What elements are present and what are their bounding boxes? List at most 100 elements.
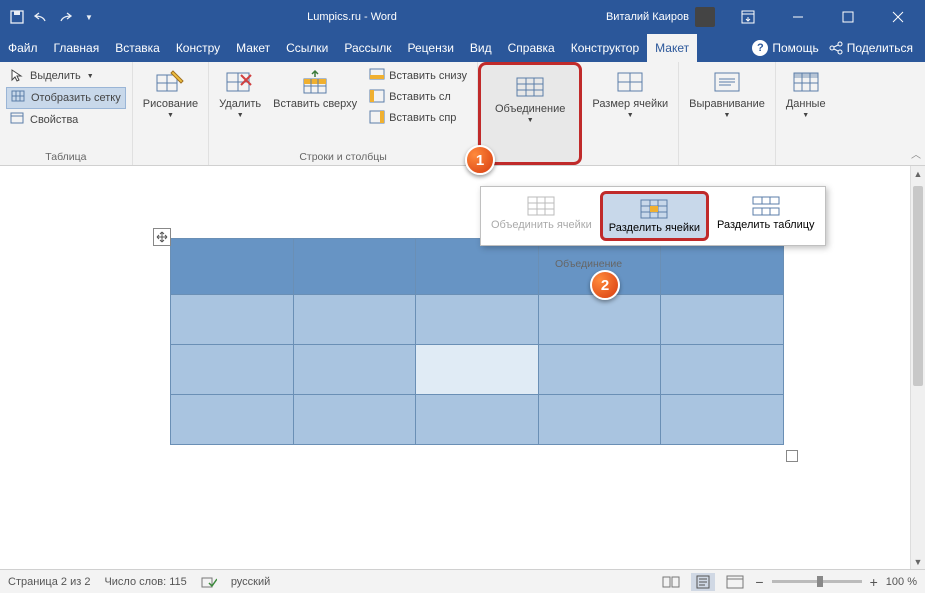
scroll-up-icon[interactable]: ▲ [911, 166, 925, 181]
insert-above-button[interactable]: Вставить сверху [269, 66, 361, 112]
chevron-down-icon: ▼ [724, 112, 731, 119]
tab-help[interactable]: Справка [500, 34, 563, 62]
cursor-icon [10, 68, 26, 84]
alignment-icon [711, 68, 743, 96]
ribbon-options-icon[interactable] [725, 0, 771, 34]
window-title: Lumpics.ru - Word [98, 11, 606, 23]
quick-access-toolbar: ▼ [0, 8, 98, 26]
zoom-level[interactable]: 100 % [886, 576, 917, 588]
chevron-down-icon: ▼ [627, 112, 634, 119]
undo-icon[interactable] [32, 8, 50, 26]
table-row [171, 345, 784, 395]
redo-icon[interactable] [56, 8, 74, 26]
share-button[interactable]: Поделиться [829, 41, 913, 55]
tab-view[interactable]: Вид [462, 34, 500, 62]
data-icon [790, 68, 822, 96]
dropdown-group-label: Объединение [555, 258, 622, 270]
zoom-out-button[interactable]: − [755, 574, 763, 590]
tab-home[interactable]: Главная [46, 34, 108, 62]
tab-layout[interactable]: Макет [228, 34, 278, 62]
properties-icon [10, 112, 26, 128]
grid-icon [11, 90, 27, 106]
group-merge[interactable]: Объединение ▼ [478, 62, 582, 165]
group-draw: Рисование ▼ [133, 62, 209, 165]
qat-dropdown-icon[interactable]: ▼ [80, 8, 98, 26]
autosave-icon[interactable] [8, 8, 26, 26]
show-gridlines-button[interactable]: Отобразить сетку [6, 87, 126, 109]
properties-button[interactable]: Свойства [6, 110, 126, 130]
chevron-down-icon: ▼ [167, 112, 174, 119]
vertical-scrollbar[interactable]: ▲ ▼ [910, 166, 925, 569]
annotation-badge-2: 2 [590, 270, 620, 300]
tell-me[interactable]: ? Помощь [752, 40, 818, 56]
table-row [171, 395, 784, 445]
zoom-in-button[interactable]: + [870, 574, 878, 590]
chevron-down-icon: ▼ [237, 112, 244, 119]
chevron-down-icon: ▼ [802, 112, 809, 119]
status-page[interactable]: Страница 2 из 2 [8, 576, 90, 588]
close-button[interactable] [875, 0, 921, 34]
spellcheck-icon[interactable] [201, 575, 217, 589]
group-rows-cols: Удалить ▼ Вставить сверху Вставить снизу… [209, 62, 478, 165]
delete-button[interactable]: Удалить ▼ [215, 66, 265, 121]
group-label-table: Таблица [6, 149, 126, 163]
data-button[interactable]: Данные ▼ [782, 66, 830, 121]
merge-cells-item: Объединить ячейки [485, 191, 598, 241]
alignment-button[interactable]: Выравнивание ▼ [685, 66, 769, 121]
group-table: Выделить▼ Отобразить сетку Свойства Табл… [0, 62, 133, 165]
insert-col-right-icon [369, 110, 385, 126]
user-name: Виталий Каиров [606, 11, 689, 23]
statusbar: Страница 2 из 2 Число слов: 115 русский … [0, 569, 925, 593]
minimize-button[interactable] [775, 0, 821, 34]
group-data: Данные ▼ [776, 62, 836, 165]
split-table-item[interactable]: Разделить таблицу [711, 191, 821, 241]
group-alignment: Выравнивание ▼ [679, 62, 776, 165]
tab-file[interactable]: Файл [0, 34, 46, 62]
zoom-slider[interactable] [772, 580, 862, 583]
scroll-down-icon[interactable]: ▼ [911, 554, 925, 569]
print-layout-icon[interactable] [691, 573, 715, 591]
chevron-down-icon: ▼ [527, 117, 534, 124]
split-cells-item[interactable]: Разделить ячейки [600, 191, 709, 241]
annotation-badge-1: 1 [465, 145, 495, 175]
group-label-rows-cols: Строки и столбцы [215, 149, 471, 163]
document-table[interactable] [170, 238, 784, 445]
merge-dropdown-button[interactable]: Объединение ▼ [491, 71, 569, 126]
tab-review[interactable]: Рецензи [400, 34, 462, 62]
tab-references[interactable]: Ссылки [278, 34, 336, 62]
merge-dropdown-panel: Объединить ячейки Разделить ячейки Разде… [480, 186, 826, 246]
read-mode-icon[interactable] [659, 573, 683, 591]
user-account[interactable]: Виталий Каиров [606, 7, 725, 27]
insert-right-button[interactable]: Вставить спр [365, 108, 471, 128]
insert-left-button[interactable]: Вставить сл [365, 87, 471, 107]
insert-row-below-icon [369, 68, 385, 84]
tab-insert[interactable]: Вставка [107, 34, 168, 62]
insert-below-button[interactable]: Вставить снизу [365, 66, 471, 86]
tab-mailings[interactable]: Рассылк [336, 34, 399, 62]
merge-cells-icon [514, 73, 546, 101]
collapse-ribbon-icon[interactable]: ︿ [911, 146, 921, 161]
group-label-draw [139, 149, 202, 163]
share-icon [829, 41, 843, 55]
table-row [171, 295, 784, 345]
maximize-button[interactable] [825, 0, 871, 34]
tab-table-design[interactable]: Конструктор [563, 34, 647, 62]
select-button[interactable]: Выделить▼ [6, 66, 126, 86]
scroll-thumb[interactable] [913, 186, 923, 386]
tab-table-layout[interactable]: Макет [647, 34, 697, 62]
table-move-handle[interactable] [153, 228, 171, 246]
cell-size-button[interactable]: Размер ячейки ▼ [588, 66, 672, 121]
tab-design[interactable]: Констру [168, 34, 228, 62]
table-resize-handle[interactable] [786, 450, 798, 462]
web-layout-icon[interactable] [723, 573, 747, 591]
status-words[interactable]: Число слов: 115 [104, 576, 186, 588]
pencil-table-icon [154, 68, 186, 96]
tell-me-label: Помощь [772, 41, 818, 55]
chevron-down-icon: ▼ [87, 73, 94, 80]
draw-table-button[interactable]: Рисование ▼ [139, 66, 202, 121]
insert-col-left-icon [369, 89, 385, 105]
table-row [171, 239, 784, 295]
status-language[interactable]: русский [231, 576, 270, 588]
share-label: Поделиться [847, 41, 913, 55]
help-icon: ? [752, 40, 768, 56]
